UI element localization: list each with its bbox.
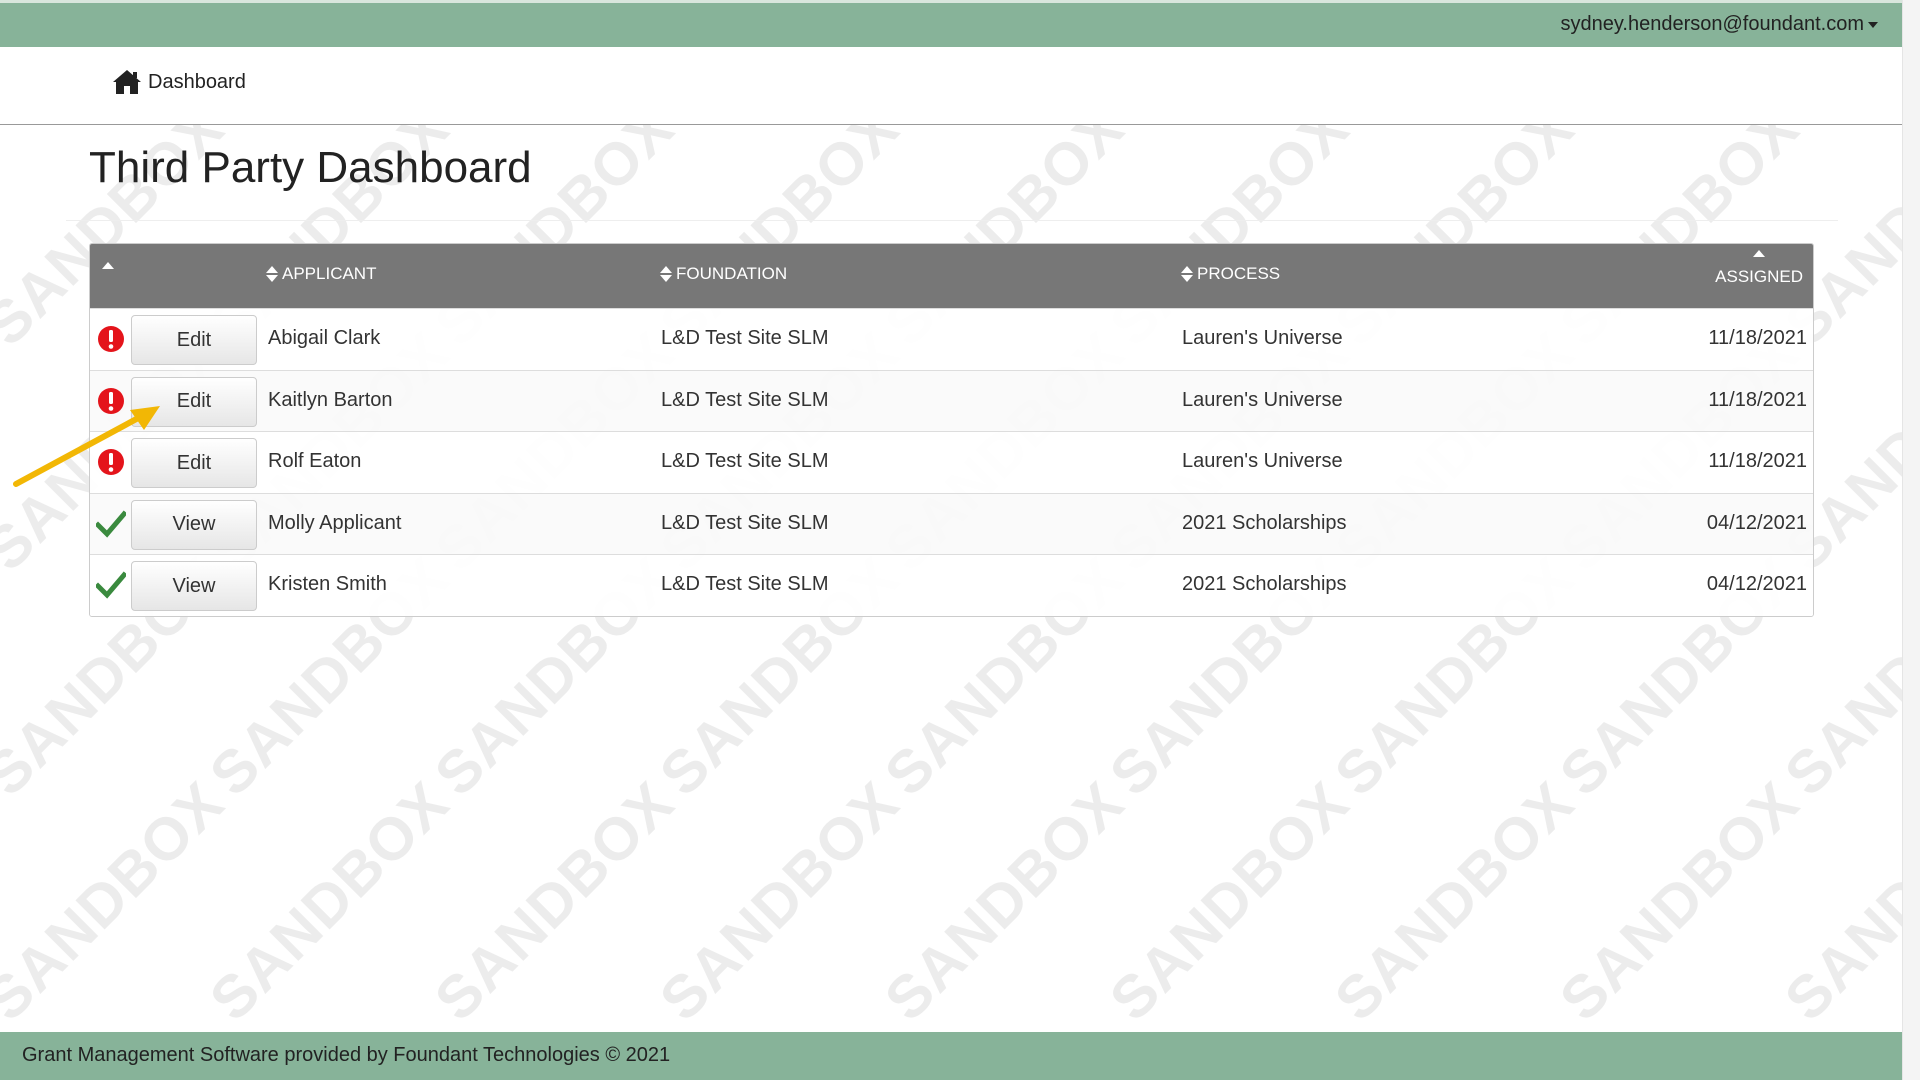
assignments-table: APPLICANT FOUNDATION PROCESS ASSIGNED Ed… (89, 243, 1814, 617)
applicant-name: Rolf Eaton (268, 450, 362, 472)
assigned-date: 11/18/2021 (1708, 327, 1807, 349)
table-header: APPLICANT FOUNDATION PROCESS ASSIGNED (90, 244, 1813, 308)
scrollbar[interactable] (1902, 0, 1920, 1080)
watermark-text: SANDBOX (646, 768, 912, 1032)
alert-icon (98, 326, 124, 352)
header-applicant[interactable]: APPLICANT (266, 264, 376, 284)
foundation-name: L&D Test Site SLM (661, 450, 829, 472)
assigned-date: 11/18/2021 (1708, 388, 1807, 411)
process-name: 2021 Scholarships (1182, 511, 1347, 534)
check-icon (96, 571, 126, 599)
assigned-date: 04/12/2021 (1706, 573, 1807, 595)
table-row: View Molly Applicant L&D Test Site SLM 2… (90, 492, 1813, 554)
process-name: Lauren's Universe (1182, 388, 1343, 411)
view-button[interactable]: View (131, 561, 257, 611)
page-title: Third Party Dashboard (89, 143, 532, 192)
sort-icon (266, 266, 278, 282)
foundation-name: L&D Test Site SLM (661, 327, 829, 349)
applicant-name: Abigail Clark (268, 327, 381, 349)
user-menu[interactable]: sydney.henderson@foundant.com (1561, 13, 1878, 36)
navbar: Dashboard (0, 47, 1902, 125)
table-body: Edit Abigail Clark L&D Test Site SLM Lau… (90, 308, 1813, 616)
watermark-text: SANDBOX (421, 768, 687, 1032)
header-assigned-label: ASSIGNED (1715, 267, 1803, 286)
sort-status-header[interactable] (102, 262, 114, 269)
sort-asc-icon (1753, 250, 1766, 257)
header-foundation-label: FOUNDATION (676, 264, 788, 283)
watermark-text: SANDBOX (0, 768, 237, 1032)
foundation-name: L&D Test Site SLM (661, 388, 829, 411)
footer: Grant Management Software provided by Fo… (0, 1032, 1902, 1080)
table-row: Edit Kaitlyn Barton L&D Test Site SLM La… (90, 369, 1813, 431)
sort-asc-icon (102, 262, 114, 269)
top-bar: sydney.henderson@foundant.com (0, 0, 1902, 47)
applicant-name: Molly Applicant (268, 511, 402, 534)
table-row: Edit Rolf Eaton L&D Test Site SLM Lauren… (90, 431, 1813, 493)
applicant-name: Kaitlyn Barton (268, 388, 393, 411)
header-foundation[interactable]: FOUNDATION (660, 264, 787, 284)
assigned-date: 04/12/2021 (1706, 511, 1807, 534)
process-name: Lauren's Universe (1182, 327, 1343, 349)
edit-button[interactable]: Edit (131, 315, 257, 365)
table-row: Edit Abigail Clark L&D Test Site SLM Lau… (90, 308, 1813, 370)
watermark-text: SANDBOX (1096, 768, 1362, 1032)
home-icon (113, 70, 141, 94)
user-email: sydney.henderson@foundant.com (1560, 13, 1864, 35)
nav-dashboard-label: Dashboard (148, 70, 246, 93)
nav-dashboard-link[interactable]: Dashboard (112, 69, 246, 95)
header-applicant-label: APPLICANT (282, 264, 377, 283)
sort-icon (660, 266, 672, 282)
title-divider (66, 220, 1838, 221)
caret-down-icon (1868, 21, 1878, 28)
annotation-arrow (13, 406, 160, 487)
watermark-text: SANDBOX (871, 768, 1137, 1032)
header-process-label: PROCESS (1197, 264, 1281, 283)
watermark-text: SANDBOX (1546, 768, 1812, 1032)
process-name: 2021 Scholarships (1182, 573, 1347, 595)
table-row: View Kristen Smith L&D Test Site SLM 202… (90, 554, 1813, 616)
foundation-name: L&D Test Site SLM (661, 511, 829, 534)
watermark-text: SANDBOX (1321, 768, 1587, 1032)
view-button[interactable]: View (131, 499, 257, 550)
check-icon (96, 509, 126, 538)
header-assigned[interactable]: ASSIGNED (1715, 250, 1803, 287)
watermark-text: SANDBOX (196, 768, 462, 1032)
header-process[interactable]: PROCESS (1181, 264, 1280, 284)
assigned-date: 11/18/2021 (1708, 450, 1807, 472)
process-name: Lauren's Universe (1182, 450, 1343, 472)
foundation-name: L&D Test Site SLM (661, 573, 829, 595)
applicant-name: Kristen Smith (268, 573, 387, 595)
footer-text: Grant Management Software provided by Fo… (22, 1044, 671, 1066)
sort-icon (1181, 266, 1193, 282)
